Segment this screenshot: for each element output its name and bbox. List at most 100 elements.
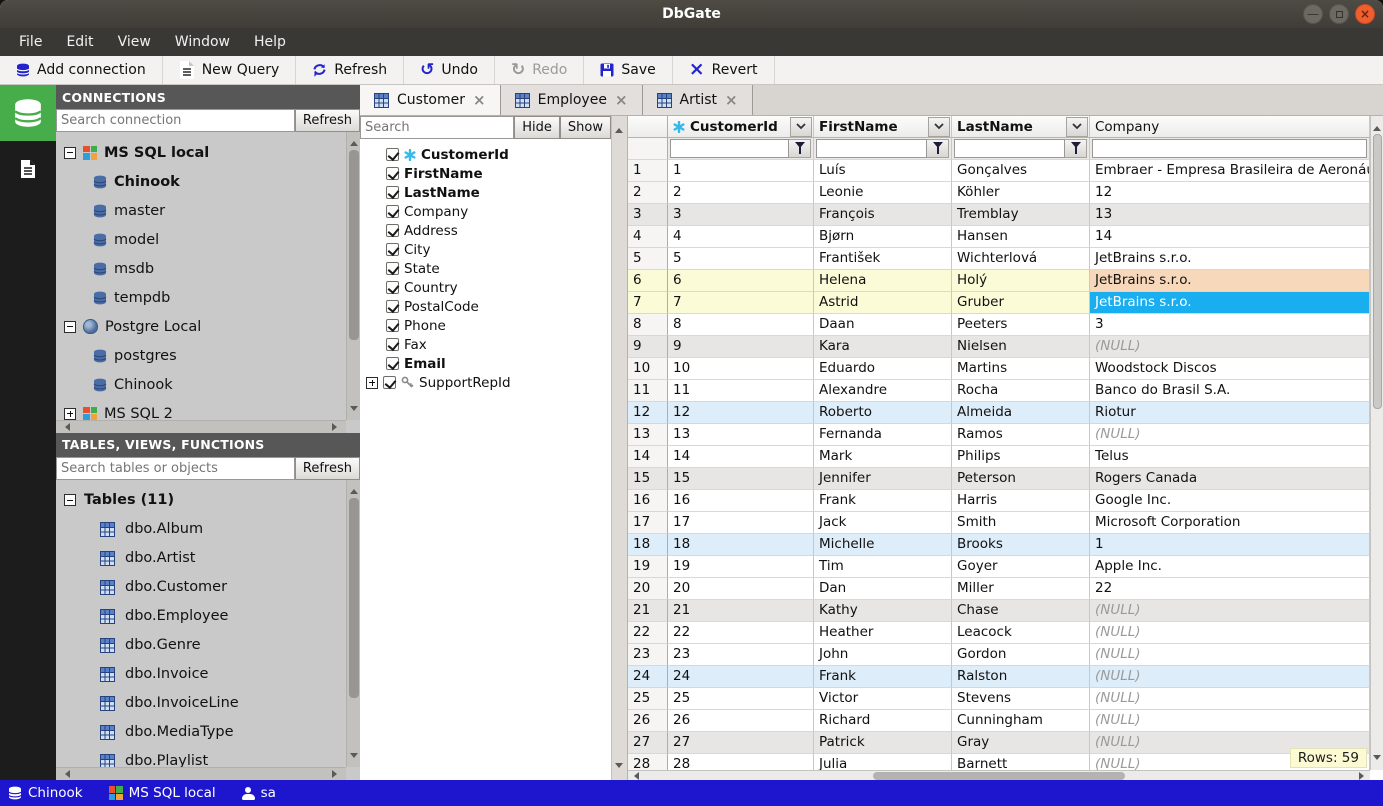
- grid-cell[interactable]: Kathy: [814, 600, 952, 622]
- checkbox-checked-icon[interactable]: [386, 148, 399, 161]
- table-item-dbo.employee[interactable]: dbo.Employee: [64, 602, 346, 631]
- show-column-button[interactable]: Show: [559, 116, 611, 139]
- column-toggle-state[interactable]: State: [360, 259, 611, 278]
- menu-help[interactable]: Help: [243, 31, 297, 53]
- menu-edit[interactable]: Edit: [55, 31, 104, 53]
- grid-cell[interactable]: 21: [668, 600, 814, 622]
- hide-column-button[interactable]: Hide: [514, 116, 560, 139]
- row-number[interactable]: 2: [628, 182, 668, 204]
- grid-cell[interactable]: Victor: [814, 688, 952, 710]
- grid-cell[interactable]: (NULL): [1090, 710, 1370, 732]
- grid-cell[interactable]: 14: [1090, 226, 1370, 248]
- grid-cell[interactable]: Frank: [814, 490, 952, 512]
- grid-cell[interactable]: 8: [668, 314, 814, 336]
- grid-cell[interactable]: JetBrains s.r.o.: [1090, 292, 1370, 314]
- column-toggle-country[interactable]: Country: [360, 278, 611, 297]
- grid-cell[interactable]: 4: [668, 226, 814, 248]
- checkbox-checked-icon[interactable]: [386, 186, 399, 199]
- connection-item-postgres[interactable]: postgres: [64, 341, 346, 370]
- grid-horizontal-scrollbar[interactable]: [628, 770, 1370, 780]
- columns-search-input[interactable]: [360, 116, 515, 139]
- grid-cell[interactable]: 27: [668, 732, 814, 754]
- table-item-dbo.album[interactable]: dbo.Album: [64, 515, 346, 544]
- row-number[interactable]: 14: [628, 446, 668, 468]
- column-header-lastname[interactable]: LastName: [952, 116, 1090, 138]
- table-item-dbo.customer[interactable]: dbo.Customer: [64, 573, 346, 602]
- expand-icon[interactable]: [366, 376, 378, 389]
- grid-cell[interactable]: Almeida: [952, 402, 1090, 424]
- grid-cell[interactable]: Miller: [952, 578, 1090, 600]
- grid-cell[interactable]: JetBrains s.r.o.: [1090, 248, 1370, 270]
- grid-cell[interactable]: Stevens: [952, 688, 1090, 710]
- grid-cell[interactable]: Goyer: [952, 556, 1090, 578]
- row-number[interactable]: 25: [628, 688, 668, 710]
- row-number[interactable]: 19: [628, 556, 668, 578]
- grid-cell[interactable]: 3: [1090, 314, 1370, 336]
- column-toggle-email[interactable]: Email: [360, 354, 611, 373]
- connection-item-model[interactable]: model: [64, 225, 346, 254]
- grid-cell[interactable]: Daan: [814, 314, 952, 336]
- tab-customer[interactable]: Customer ×: [360, 85, 501, 115]
- grid-cell[interactable]: Gonçalves: [952, 160, 1090, 182]
- row-number[interactable]: 9: [628, 336, 668, 358]
- grid-cell[interactable]: Gordon: [952, 644, 1090, 666]
- column-toggle-customerid[interactable]: CustomerId: [360, 145, 611, 164]
- grid-cell[interactable]: Ramos: [952, 424, 1090, 446]
- grid-cell[interactable]: 19: [668, 556, 814, 578]
- tables-refresh-button[interactable]: Refresh: [294, 456, 360, 480]
- grid-cell[interactable]: Wichterlová: [952, 248, 1090, 270]
- menu-file[interactable]: File: [8, 31, 53, 53]
- connection-item-chinook[interactable]: Chinook: [64, 370, 346, 399]
- title-bar[interactable]: DbGate — ×: [0, 0, 1383, 28]
- checkbox-checked-icon[interactable]: [386, 319, 399, 332]
- row-number[interactable]: 11: [628, 380, 668, 402]
- filter-input-firstname[interactable]: [816, 139, 927, 158]
- grid-cell[interactable]: 20: [668, 578, 814, 600]
- grid-cell[interactable]: Barnett: [952, 754, 1090, 770]
- column-toggle-postalcode[interactable]: PostalCode: [360, 297, 611, 316]
- grid-vertical-scrollbar[interactable]: [1370, 116, 1383, 770]
- grid-cell[interactable]: Microsoft Corporation: [1090, 512, 1370, 534]
- grid-cell[interactable]: (NULL): [1090, 336, 1370, 358]
- grid-cell[interactable]: Woodstock Discos: [1090, 358, 1370, 380]
- grid-cell[interactable]: Astrid: [814, 292, 952, 314]
- grid-cell[interactable]: 2: [668, 182, 814, 204]
- grid-cell[interactable]: Martins: [952, 358, 1090, 380]
- checkbox-checked-icon[interactable]: [386, 300, 399, 313]
- grid-cell[interactable]: Philips: [952, 446, 1090, 468]
- status-sa[interactable]: sa: [241, 785, 276, 801]
- tab-close-icon[interactable]: ×: [725, 91, 738, 109]
- connections-vertical-scrollbar[interactable]: [346, 132, 360, 420]
- grid-cell[interactable]: 22: [1090, 578, 1370, 600]
- grid-cell[interactable]: Jennifer: [814, 468, 952, 490]
- grid-cell[interactable]: 17: [668, 512, 814, 534]
- grid-cell[interactable]: Leonie: [814, 182, 952, 204]
- grid-cell[interactable]: Brooks: [952, 534, 1090, 556]
- table-item-dbo.artist[interactable]: dbo.Artist: [64, 544, 346, 573]
- column-toggle-city[interactable]: City: [360, 240, 611, 259]
- tables-vertical-scrollbar[interactable]: [346, 479, 360, 767]
- tab-artist[interactable]: Artist ×: [642, 85, 753, 115]
- row-number[interactable]: 26: [628, 710, 668, 732]
- checkbox-checked-icon[interactable]: [386, 338, 399, 351]
- table-item-dbo.invoiceline[interactable]: dbo.InvoiceLine: [64, 689, 346, 718]
- grid-cell[interactable]: Holý: [952, 270, 1090, 292]
- grid-cell[interactable]: 12: [668, 402, 814, 424]
- checkbox-checked-icon[interactable]: [386, 281, 399, 294]
- grid-cell[interactable]: Rogers Canada: [1090, 468, 1370, 490]
- grid-cell[interactable]: Cunningham: [952, 710, 1090, 732]
- grid-cell[interactable]: Rocha: [952, 380, 1090, 402]
- grid-cell[interactable]: Bjørn: [814, 226, 952, 248]
- grid-cell[interactable]: Roberto: [814, 402, 952, 424]
- column-toggle-company[interactable]: Company: [360, 202, 611, 221]
- grid-cell[interactable]: Gray: [952, 732, 1090, 754]
- grid-cell[interactable]: Julia: [814, 754, 952, 770]
- grid-cell[interactable]: Banco do Brasil S.A.: [1090, 380, 1370, 402]
- grid-cell[interactable]: Tim: [814, 556, 952, 578]
- row-number[interactable]: 17: [628, 512, 668, 534]
- table-item-dbo.invoice[interactable]: dbo.Invoice: [64, 660, 346, 689]
- filter-icon[interactable]: [1065, 139, 1087, 158]
- grid-cell[interactable]: John: [814, 644, 952, 666]
- column-toggle-address[interactable]: Address: [360, 221, 611, 240]
- grid-cell[interactable]: Kara: [814, 336, 952, 358]
